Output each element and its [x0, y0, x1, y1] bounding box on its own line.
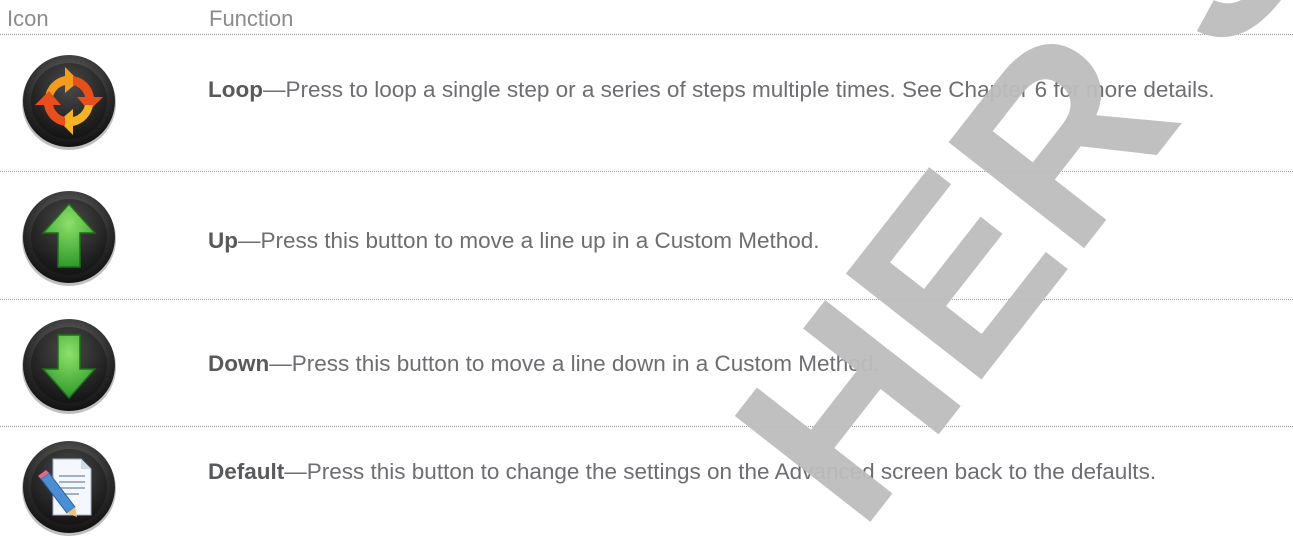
- function-column-header: Function: [209, 6, 294, 31]
- default-text: Press this button to change the settings…: [306, 459, 1157, 484]
- table-row-default: Default—Press this button to change the …: [0, 427, 1293, 541]
- default-label: Default: [208, 459, 285, 484]
- down-label: Down: [208, 351, 270, 376]
- loop-description: Loop—Press to loop a single step or a se…: [208, 73, 1283, 106]
- down-text: Press this button to move a line down in…: [291, 351, 880, 376]
- dash: —: [262, 77, 286, 102]
- loop-label: Loop: [208, 77, 263, 102]
- up-description: Up—Press this button to move a line up i…: [208, 224, 1283, 257]
- up-label: Up: [208, 228, 238, 253]
- down-description: Down—Press this button to move a line do…: [208, 347, 1283, 380]
- table-row-down: Down—Press this button to move a line do…: [0, 300, 1293, 427]
- loop-text: Press to loop a single step or a series …: [285, 77, 1215, 102]
- table-header: Icon Function: [0, 0, 1293, 35]
- loop-icon: [22, 55, 116, 150]
- default-document-icon: [22, 441, 116, 536]
- down-arrow-icon: [22, 319, 116, 414]
- up-arrow-icon: [22, 191, 116, 286]
- dash: —: [238, 228, 261, 253]
- up-text: Press this button to move a line up in a…: [260, 228, 820, 253]
- dash: —: [284, 459, 307, 484]
- default-description: Default—Press this button to change the …: [208, 455, 1283, 488]
- icon-column-header: Icon: [7, 6, 49, 31]
- dash: —: [269, 351, 292, 376]
- table-row-loop: Loop—Press to loop a single step or a se…: [0, 35, 1293, 172]
- table-row-up: Up—Press this button to move a line up i…: [0, 172, 1293, 300]
